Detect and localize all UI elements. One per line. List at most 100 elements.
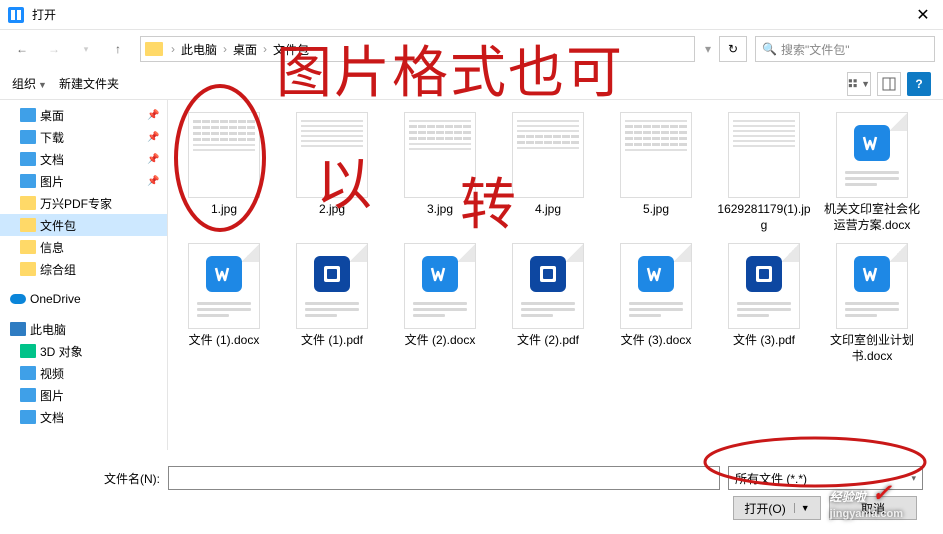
file-item[interactable]: 5.jpg: [606, 110, 706, 235]
folder-icon: [20, 196, 36, 210]
image-thumbnail-icon: [620, 112, 692, 198]
filename-input[interactable]: [168, 466, 720, 490]
file-item[interactable]: 1629281179(1).jpg: [714, 110, 814, 235]
docx-file-icon: [620, 243, 692, 329]
image-thumbnail-icon: [296, 112, 368, 198]
new-folder-button[interactable]: 新建文件夹: [59, 75, 119, 92]
desktop-icon: [20, 108, 36, 122]
file-area: 1.jpg2.jpg3.jpg 4.jpg 5.jpg 1629281179(1).j…: [168, 100, 943, 450]
sidebar-label: 万兴PDF专家: [40, 195, 112, 212]
file-name-label: 4.jpg: [535, 202, 561, 218]
file-item[interactable]: 文件 (1).pdf: [282, 241, 382, 366]
pc-icon: [10, 322, 26, 336]
sidebar-item-3d[interactable]: 3D 对象: [0, 340, 167, 362]
file-name-label: 文件 (3).docx: [621, 333, 692, 349]
sidebar-item-info[interactable]: 信息: [0, 236, 167, 258]
sidebar-item-thispc[interactable]: 此电脑: [0, 318, 167, 340]
split-dropdown-icon: ▼: [794, 503, 810, 513]
address-bar[interactable]: › 此电脑 › 桌面 › 文件包: [140, 36, 695, 62]
sidebar-item-docs2[interactable]: 文档: [0, 406, 167, 428]
folder-icon: [20, 240, 36, 254]
path-seg-desktop[interactable]: 桌面: [229, 39, 261, 60]
file-item[interactable]: 文件 (2).pdf: [498, 241, 598, 366]
file-name-label: 文印室创业计划书.docx: [824, 333, 920, 364]
pictures-icon: [20, 388, 36, 402]
watermark: 经验啦✓ jingyanla.com: [830, 479, 903, 520]
navbar: ← → ▾ ↑ › 此电脑 › 桌面 › 文件包 ▾ ↻ 🔍 搜索"文件包": [0, 30, 943, 68]
path-seg-folder[interactable]: 文件包: [269, 39, 313, 60]
history-dropdown[interactable]: ▾: [705, 42, 711, 56]
file-name-label: 机关文印室社会化运营方案.docx: [824, 202, 920, 233]
bottom-panel: 文件名(N): 所有文件 (*.*) ▾ 打开(O) ▼ 取消: [0, 450, 943, 534]
app-icon: [8, 7, 24, 23]
obj3d-icon: [20, 344, 36, 358]
sidebar-label: 下载: [40, 129, 64, 146]
sidebar-label: 视频: [40, 365, 64, 382]
sidebar-label: 文件包: [40, 217, 76, 234]
folder-icon: [20, 218, 36, 232]
help-button[interactable]: ?: [907, 72, 931, 96]
preview-pane-button[interactable]: [877, 72, 901, 96]
sidebar-label: 图片: [40, 387, 64, 404]
file-item[interactable]: 文件 (3).docx: [606, 241, 706, 366]
sidebar-label: 此电脑: [30, 321, 66, 338]
file-item[interactable]: 机关文印室社会化运营方案.docx: [822, 110, 922, 235]
file-name-label: 文件 (2).pdf: [517, 333, 579, 349]
sidebar-item-wxpdf[interactable]: 万兴PDF专家: [0, 192, 167, 214]
path-root[interactable]: 此电脑: [177, 39, 221, 60]
sidebar-item-desktop[interactable]: 桌面📌: [0, 104, 167, 126]
back-button[interactable]: ←: [8, 35, 36, 63]
titlebar: 打开 ✕: [0, 0, 943, 30]
pin-icon: 📌: [147, 176, 159, 187]
refresh-button[interactable]: ↻: [719, 36, 747, 62]
open-button[interactable]: 打开(O) ▼: [733, 496, 821, 520]
view-mode-button[interactable]: ▼: [847, 72, 871, 96]
sidebar-item-documents[interactable]: 文档 📌: [0, 148, 167, 170]
close-button[interactable]: ✕: [903, 5, 943, 25]
file-item[interactable]: 文件 (1).docx: [174, 241, 274, 366]
image-thumbnail-icon: [728, 112, 800, 198]
folder-icon: [20, 262, 36, 276]
docx-file-icon: [404, 243, 476, 329]
up-button[interactable]: ↑: [104, 35, 132, 63]
search-input[interactable]: 🔍 搜索"文件包": [755, 36, 935, 62]
file-item[interactable]: 4.jpg: [498, 110, 598, 235]
image-thumbnail-icon: [512, 112, 584, 198]
sidebar-item-group[interactable]: 综合组: [0, 258, 167, 280]
docx-file-icon: [836, 112, 908, 198]
sidebar-item-pics2[interactable]: 图片: [0, 384, 167, 406]
recent-dropdown[interactable]: ▾: [72, 35, 100, 63]
file-item[interactable]: 文件 (3).pdf: [714, 241, 814, 366]
docx-file-icon: [188, 243, 260, 329]
sidebar-label: 文档: [40, 409, 64, 426]
file-name-label: 1629281179(1).jpg: [716, 202, 812, 233]
sidebar-item-video[interactable]: 视频: [0, 362, 167, 384]
pin-icon: 📌: [147, 154, 159, 165]
sidebar-item-pictures[interactable]: 图片📌: [0, 170, 167, 192]
forward-button[interactable]: →: [40, 35, 68, 63]
toolbar: 组织▼ 新建文件夹 ▼ ?: [0, 68, 943, 100]
sidebar-item-onedrive[interactable]: OneDrive: [0, 288, 167, 310]
documents-icon: [20, 410, 36, 424]
search-icon: 🔍: [762, 42, 777, 56]
file-item[interactable]: 文印室创业计划书.docx: [822, 241, 922, 366]
file-name-label: 文件 (1).docx: [189, 333, 260, 349]
chevron-down-icon: ▾: [911, 473, 916, 484]
main-body: 桌面📌 下载📌 文档📌 图片📌 万兴PDF专家 文件包 信息 综合组 OneDr…: [0, 100, 943, 450]
file-name-label: 文件 (2).docx: [405, 333, 476, 349]
pdf-file-icon: [728, 243, 800, 329]
chevron-right-icon: ›: [171, 42, 175, 56]
file-item[interactable]: 2.jpg: [282, 110, 382, 235]
onedrive-icon: [10, 294, 26, 304]
sidebar-item-pkg[interactable]: 文件包: [0, 214, 167, 236]
download-icon: [20, 130, 36, 144]
file-item[interactable]: 文件 (2).docx: [390, 241, 490, 366]
file-item[interactable]: 1.jpg: [174, 110, 274, 235]
window-title: 打开: [32, 6, 903, 23]
sidebar: 桌面📌 下载📌 文档📌 图片📌 万兴PDF专家 文件包 信息 综合组 OneDr…: [0, 100, 168, 450]
organize-menu[interactable]: 组织▼: [12, 75, 47, 92]
sidebar-label: 文档: [40, 151, 64, 168]
chevron-down-icon: ▼: [861, 79, 870, 89]
sidebar-item-downloads[interactable]: 下载📌: [0, 126, 167, 148]
file-item[interactable]: 3.jpg: [390, 110, 490, 235]
